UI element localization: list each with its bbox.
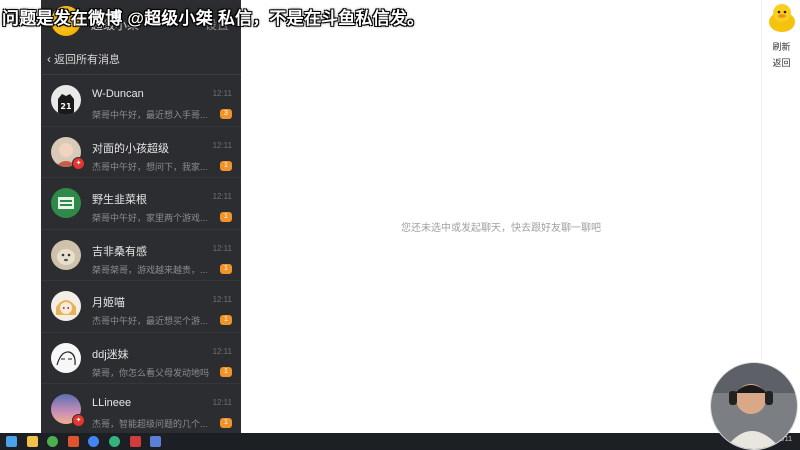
back-label: 返回所有消息: [54, 54, 120, 66]
conversation-item[interactable]: 21 W-Duncan 12:11 桀哥中午好，最近想入手哥... 3: [41, 75, 241, 127]
app-icon[interactable]: [130, 436, 141, 447]
conversation-item[interactable]: ✦ LLineee 12:11 杰哥，智能超级问题的几个... 1: [41, 384, 241, 433]
conversation-preview: 桀哥，你怎么看父母发动地吗: [92, 367, 210, 378]
conversation-time: 12:11: [212, 140, 232, 150]
verified-badge-icon: ✦: [72, 156, 85, 170]
app-icon[interactable]: [68, 436, 79, 447]
unread-count-badge: 1: [220, 315, 232, 325]
conversation-time: 12:11: [212, 192, 232, 201]
chrome-icon[interactable]: [47, 436, 58, 447]
conversation-item[interactable]: ddj迷妹 12:11 桀哥，你怎么看父母发动地吗 1: [41, 333, 241, 384]
conversation-preview: 桀哥中午好，最近想入手哥...: [92, 110, 208, 120]
conversation-time: 12:11: [212, 295, 232, 304]
green-badge-avatar: [51, 188, 81, 218]
conversation-name: W-Duncan: [92, 88, 144, 100]
chevron-left-icon: ‹: [47, 52, 51, 66]
verified-badge-icon: ✦: [72, 414, 85, 427]
sketch-avatar: [51, 342, 81, 373]
chat-list-panel: 超级小桀 设置 ‹ 返回所有消息 21 W-Duncan 12:11 桀哥中午好，…: [41, 0, 241, 433]
unread-count-badge: 1: [220, 160, 232, 171]
windows-taskbar: 2020/2/11: [0, 433, 800, 450]
conversation-preview: 杰哥中午好，最近想买个游...: [92, 316, 208, 326]
conversation-time: 12:11: [212, 89, 232, 98]
stream-caption: 问题是发在微博 @超级小桀 私信，不是在斗鱼私信发。: [2, 9, 425, 28]
conversation-list: 21 W-Duncan 12:11 桀哥中午好，最近想入手哥... 3 ✦ 对面…: [41, 75, 241, 433]
conversation-time: 12:11: [212, 243, 232, 253]
dog-avatar: [51, 239, 81, 270]
conversation-name: 对面的小孩超级: [92, 142, 169, 155]
duck-mascot-icon: [766, 2, 798, 34]
conversation-preview: 杰哥，智能超级问题的几个...: [92, 419, 208, 429]
refresh-button[interactable]: 刷新: [762, 40, 800, 53]
conversation-preview: 桀哥中午好，家里两个游戏...: [92, 213, 208, 223]
right-toolbar: 刷新 返回: [761, 0, 800, 360]
conversation-name: ddj迷妹: [92, 348, 129, 361]
conversation-name: 吉非桑有感: [92, 245, 147, 258]
conversation-time: 12:11: [212, 346, 232, 356]
browser-icon[interactable]: [88, 436, 99, 447]
conversation-preview: 杰哥中午好，想问下，我家...: [92, 161, 208, 172]
app-icon[interactable]: [109, 436, 120, 447]
conversation-item[interactable]: 野生韭菜根 12:11 桀哥中午好，家里两个游戏... 1: [41, 178, 241, 230]
svg-text:21: 21: [60, 102, 72, 111]
conversation-name: 月姬喵: [92, 297, 125, 309]
conversation-name: LLineee: [92, 397, 132, 409]
jersey-avatar: 21: [51, 85, 81, 115]
conversation-preview: 桀哥桀哥，游戏越来越贵，...: [92, 264, 208, 275]
conversation-item[interactable]: ✦ 对面的小孩超级 12:11 杰哥中午好，想问下，我家... 1: [41, 127, 241, 178]
unread-count-badge: 1: [220, 263, 232, 274]
conversation-name: 野生韭菜根: [92, 194, 147, 206]
conversation-item[interactable]: 月姬喵 12:11 杰哥中午好，最近想买个游... 1: [41, 281, 241, 333]
unread-count-badge: 1: [220, 418, 232, 428]
webcam-overlay: [710, 362, 798, 450]
back-to-all-messages[interactable]: ‹ 返回所有消息: [41, 44, 241, 75]
empty-state-text: 您还未选中或发起聊天，快去跟好友聊一聊吧: [401, 223, 601, 234]
anime-girl-avatar: [51, 291, 81, 321]
file-explorer-icon[interactable]: [27, 436, 38, 447]
return-button[interactable]: 返回: [762, 56, 800, 69]
unread-count-badge: 1: [220, 366, 232, 377]
unread-count-badge: 3: [220, 109, 232, 119]
unread-count-badge: 1: [220, 212, 232, 222]
conversation-item[interactable]: 吉非桑有感 12:11 桀哥桀哥，游戏越来越贵，... 1: [41, 230, 241, 281]
chat-window-empty: 您还未选中或发起聊天，快去跟好友聊一聊吧: [241, 0, 761, 433]
windows-start-icon[interactable]: [6, 436, 17, 447]
conversation-time: 12:11: [212, 398, 232, 407]
app-icon[interactable]: [150, 436, 161, 447]
